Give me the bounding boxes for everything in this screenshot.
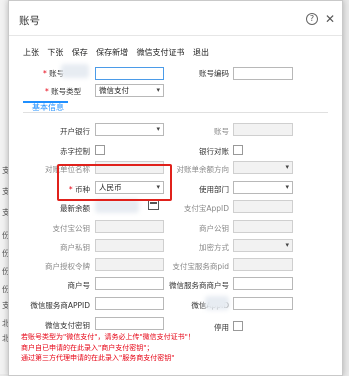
chevron-down-icon: ▾	[285, 241, 289, 249]
wx-provider-no-input[interactable]	[233, 277, 293, 290]
merchant-pubkey-label: 商户公钥	[199, 224, 229, 233]
save-new-button[interactable]: 保存新增	[96, 48, 128, 57]
merchant-no-label: 商户号	[67, 281, 91, 290]
redacted-block	[95, 199, 139, 213]
account-code-input[interactable]	[233, 67, 293, 80]
encrypt-select[interactable]: ▾	[233, 239, 293, 252]
note-line: 若账号类型为"微信支付"，请务必上传"微信支付证书"！	[21, 333, 195, 341]
redzero-label: 赤字控制	[60, 147, 90, 156]
acct-label: 账号	[214, 127, 229, 136]
bank-select[interactable]: ▾	[95, 123, 164, 136]
wx-key-input[interactable]	[95, 317, 164, 330]
exit-button[interactable]: 退出	[193, 48, 209, 57]
divider	[23, 112, 328, 113]
wx-provider-appid-input[interactable]	[95, 297, 164, 310]
disabled-label: 停用	[214, 323, 229, 332]
next-button[interactable]: 下张	[47, 48, 63, 57]
bill-direction-select[interactable]: ▾	[233, 161, 293, 174]
merchant-privkey-label: 商户私钥	[60, 243, 90, 252]
wechat-cert-button[interactable]: 微信支付证书	[137, 48, 185, 57]
appid-input[interactable]	[233, 200, 293, 213]
wx-provider-appid-label: 微信服务商APPID	[30, 301, 90, 310]
close-icon[interactable]: ✕	[324, 13, 336, 25]
wx-key-label: 微信支付密钥	[45, 321, 90, 330]
disabled-checkbox[interactable]	[233, 321, 243, 331]
alipay-pubkey-input[interactable]	[95, 220, 164, 233]
tab-underline	[23, 101, 68, 103]
chevron-down-icon: ▾	[156, 125, 160, 133]
merchant-pubkey-input[interactable]	[233, 220, 293, 233]
acct-input[interactable]	[233, 123, 293, 136]
account-input[interactable]	[95, 67, 164, 80]
calendar-icon[interactable]	[148, 200, 159, 210]
prev-button[interactable]: 上张	[23, 48, 39, 57]
appid-label: 支付宝AppID	[183, 204, 229, 213]
account-type-select[interactable]: 微信支付 ▾	[95, 84, 164, 97]
merchant-no-input[interactable]	[95, 277, 164, 290]
save-button[interactable]: 保存	[72, 48, 88, 57]
chevron-down-icon: ▾	[156, 86, 160, 94]
wx-appid-input[interactable]	[233, 297, 293, 310]
bank-reconcile-checkbox[interactable]	[233, 145, 243, 155]
encrypt-label: 加密方式	[199, 243, 229, 252]
provider-pid-input[interactable]	[233, 258, 293, 271]
account-type-label: 账号类型	[45, 86, 81, 97]
help-icon[interactable]: ?	[306, 13, 318, 25]
bill-direction-label: 对账单余额方向	[176, 165, 230, 174]
alipay-pubkey-label: 支付宝公钥	[52, 224, 91, 233]
redacted-block	[205, 296, 229, 310]
notes: 若账号类型为"微信支付"，请务必上传"微信支付证书"！ 商户自已申请的在此录入"…	[21, 332, 195, 364]
redacted-block	[61, 64, 89, 78]
note-line: 通过第三方代理申请的在此录入"服务商支付密钥"	[21, 354, 175, 362]
auth-token-label: 商户授权令牌	[45, 262, 90, 271]
auth-token-input[interactable]	[95, 258, 164, 271]
dialog-title: 账号	[19, 15, 40, 27]
toolbar: 上张 下张 保存 保存新增 微信支付证书 退出	[23, 47, 215, 61]
dept-select[interactable]: ▾	[233, 181, 293, 194]
note-line: 商户自已申请的在此录入"商户支付密钥"；	[21, 343, 154, 352]
bank-reconcile-label: 银行对账	[199, 147, 229, 156]
chevron-down-icon: ▾	[285, 163, 289, 171]
latest-balance-label: 最新余额	[60, 204, 90, 213]
provider-pid-label: 支付宝服务商pid	[172, 262, 229, 271]
account-type-value: 微信支付	[99, 86, 129, 95]
chevron-down-icon: ▾	[285, 183, 289, 191]
bank-label: 开户银行	[60, 127, 90, 136]
dialog-titlebar: 账号 ? ✕	[9, 1, 342, 36]
account-code-label: 账号编码	[199, 69, 229, 78]
highlight-box	[57, 164, 172, 201]
redzero-checkbox[interactable]	[95, 145, 105, 155]
merchant-privkey-input[interactable]	[95, 239, 164, 252]
wx-provider-no-label: 微信服务商商户号	[169, 281, 229, 290]
dept-label: 使用部门	[199, 185, 229, 194]
account-dialog: 账号 ? ✕ 上张 下张 保存 保存新增 微信支付证书 退出 账号 账号编码 账…	[8, 0, 343, 376]
